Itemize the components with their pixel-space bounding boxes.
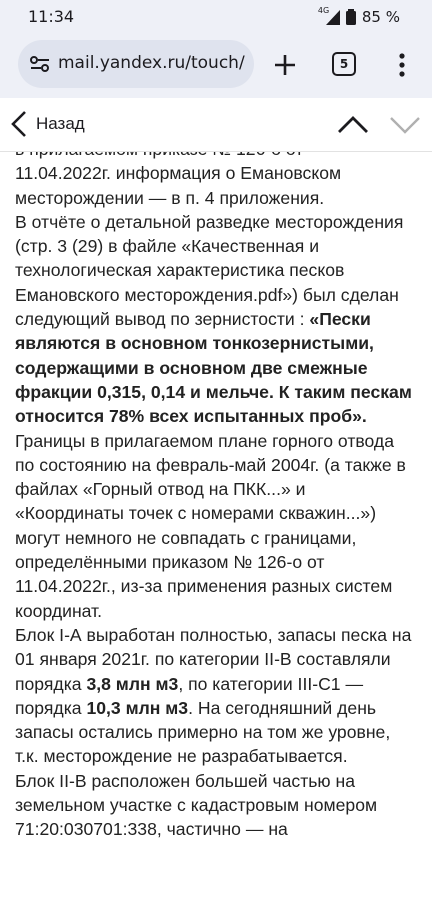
reserve-category-3: 10,3 млн м3 [86,697,189,718]
browser-menu-button[interactable] [394,50,410,80]
cut-line: в прилагаемом приказе № 126-о от [15,152,415,161]
battery-level: 85 % [361,8,400,26]
battery-icon [345,9,356,25]
paragraph-3: Границы в прилагаемом плане горного отво… [15,430,406,621]
network-type: 4G [317,6,330,15]
status-icons: 4G 85 % [317,6,400,26]
chevron-up-icon [338,116,368,133]
new-tab-button[interactable] [270,50,300,80]
paragraph-5: Блок II-В расположен большей частью на з… [15,770,378,840]
url-text[interactable]: mail.yandex.ru/touch/ [58,53,248,73]
back-label: Назад [36,114,85,133]
status-bar: 11:34 4G 85 % [0,0,432,36]
next-message-button[interactable] [388,112,422,140]
quote-close: ». [352,406,367,427]
back-button[interactable]: Назад [10,108,85,140]
reserve-category-2: 3,8 млн м3 [86,673,179,694]
tabs-count-button[interactable]: 5 [332,52,356,76]
address-bar[interactable]: mail.yandex.ru/touch/ [18,40,254,88]
more-vertical-icon [399,53,405,77]
paragraph-1: 11.04.2022г. информация о Емановском мес… [15,163,342,208]
paragraph-4: Блок I-А выработан полностью, запасы пес… [15,623,415,769]
site-settings-icon[interactable] [30,56,50,76]
message-body[interactable]: в прилагаемом приказе № 126-о от 11.04.2… [0,152,432,900]
chevron-left-icon [11,111,26,137]
browser-toolbar: mail.yandex.ru/touch/ 5 [0,36,432,98]
signal-icon: 4G [317,6,340,25]
chevron-down-icon [390,117,420,134]
plus-icon [275,55,295,75]
paragraph-2: В отчёте о детальной разведке месторожде… [15,210,415,429]
status-time: 11:34 [28,7,75,26]
mail-header: Назад [0,98,432,152]
quote-open: « [309,309,320,330]
previous-message-button[interactable] [336,112,370,140]
